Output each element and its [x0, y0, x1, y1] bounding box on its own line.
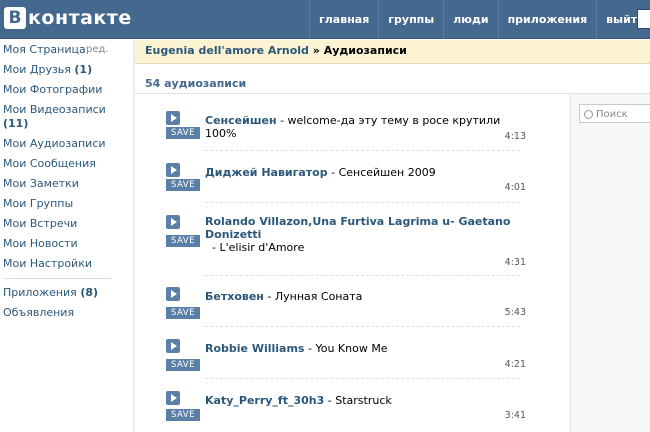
- track-duration: 4:21: [504, 359, 526, 370]
- sidebar-item-ads[interactable]: Объявления: [0, 303, 133, 323]
- track-duration: 4:13: [504, 131, 526, 142]
- sidebar-item-messages[interactable]: Мои Сообщения: [0, 154, 133, 174]
- sidebar-item-photos[interactable]: Мои Фотографии: [0, 80, 133, 100]
- sidebar-item-label: Объявления: [3, 306, 75, 319]
- track-separator: -: [304, 342, 316, 355]
- track-separator: -: [276, 114, 288, 127]
- breadcrumb: Eugenia dell'amore Arnold » Аудиозаписи: [135, 40, 650, 64]
- track-title: Katy_Perry_ft_30h3 - Starstruck: [205, 394, 515, 407]
- track-duration: 3:41: [504, 410, 526, 421]
- track-title: Rolando Villazon,Una Furtiva Lagrima u- …: [205, 215, 515, 254]
- track-title: Бетховен - Лунная Соната: [205, 290, 515, 303]
- track-duration: 5:43: [504, 307, 526, 318]
- row-divider: [205, 326, 520, 327]
- track-artist[interactable]: Сенсейшен: [205, 114, 277, 127]
- audio-search-input[interactable]: Поиск: [579, 104, 650, 123]
- save-button[interactable]: SAVE: [166, 409, 200, 421]
- sidebar-item-count: (11): [3, 117, 29, 130]
- header-search-input[interactable]: [637, 9, 650, 29]
- content-divider: [133, 40, 135, 432]
- track-separator: -: [263, 290, 275, 303]
- breadcrumb-user-link[interactable]: Eugenia dell'amore Arnold: [145, 44, 309, 57]
- search-icon: [584, 110, 593, 119]
- sidebar-item-label: Мои Группы: [3, 197, 74, 210]
- save-button[interactable]: SAVE: [166, 307, 200, 319]
- sidebar-item-settings[interactable]: Мои Настройки: [0, 254, 133, 274]
- logo-mark: В: [4, 7, 26, 29]
- sidebar-item-audio[interactable]: Мои Аудиозаписи: [0, 134, 133, 154]
- track-duration: 4:31: [504, 257, 526, 268]
- track-separator: -: [324, 394, 336, 407]
- sidebar-item-count: (1): [74, 63, 93, 76]
- sidebar-item-label: Мои Новости: [3, 237, 78, 250]
- track-title: Robbie Williams - You Know Me: [205, 342, 515, 355]
- row-divider: [205, 202, 520, 203]
- sidebar-item-label: Приложения: [3, 286, 77, 299]
- track-song: Starstruck: [335, 394, 392, 407]
- left-sidebar: ред. Моя Страница Мои Друзья (1) Мои Фот…: [0, 40, 133, 323]
- sidebar-item-label: Мои Аудиозаписи: [3, 137, 106, 150]
- sidebar-item-friends[interactable]: Мои Друзья (1): [0, 60, 133, 80]
- play-icon[interactable]: [166, 287, 180, 301]
- sidebar-item-label: Мои Друзья: [3, 63, 71, 76]
- save-button[interactable]: SAVE: [166, 127, 200, 139]
- sidebar-item-label: Мои Встречи: [3, 217, 78, 230]
- play-icon[interactable]: [166, 215, 180, 229]
- sidebar-item-label: Мои Заметки: [3, 177, 79, 190]
- sidebar-item-notes[interactable]: Мои Заметки: [0, 174, 133, 194]
- sidebar-item-groups[interactable]: Мои Группы: [0, 194, 133, 214]
- save-button[interactable]: SAVE: [166, 359, 200, 371]
- play-icon[interactable]: [166, 339, 180, 353]
- sidebar-item-my-page[interactable]: Моя Страница: [0, 40, 133, 60]
- nav-home[interactable]: главная: [309, 0, 378, 39]
- logo-text: контакте: [28, 7, 132, 29]
- sidebar-item-label: Мои Фотографии: [3, 83, 103, 96]
- track-duration: 4:01: [504, 182, 526, 193]
- track-separator: -: [208, 241, 220, 254]
- search-placeholder: Поиск: [596, 109, 628, 120]
- track-artist[interactable]: Robbie Williams: [205, 342, 304, 355]
- row-divider: [205, 150, 520, 151]
- track-title: Сенсейшен - welcome-да эту тему в росе к…: [205, 114, 515, 140]
- sidebar-item-label: Мои Сообщения: [3, 157, 96, 170]
- row-divider: [205, 378, 520, 379]
- save-button[interactable]: SAVE: [166, 235, 200, 247]
- track-song: Лунная Соната: [274, 290, 363, 303]
- track-artist[interactable]: Диджей Навигатор: [205, 166, 328, 179]
- sidebar-item-count: (8): [80, 286, 99, 299]
- nav-apps[interactable]: приложения: [497, 0, 597, 39]
- track-artist[interactable]: Бетховен: [205, 290, 264, 303]
- sidebar-item-apps[interactable]: Приложения (8): [0, 283, 133, 303]
- sidebar-item-label: Моя Страница: [3, 43, 86, 56]
- top-header: В контакте главная группы люди приложени…: [0, 0, 650, 39]
- nav-groups[interactable]: группы: [378, 0, 443, 39]
- track-separator: -: [327, 166, 339, 179]
- play-icon[interactable]: [166, 163, 180, 177]
- save-button[interactable]: SAVE: [166, 179, 200, 191]
- sidebar-item-label: Мои Видеозаписи: [3, 103, 106, 116]
- row-divider: [205, 275, 520, 276]
- track-artist[interactable]: Rolando Villazon,Una Furtiva Lagrima u- …: [205, 215, 510, 241]
- sidebar-item-label: Мои Настройки: [3, 257, 92, 270]
- play-icon[interactable]: [166, 111, 180, 125]
- nav-people[interactable]: люди: [443, 0, 497, 39]
- sidebar-divider: [3, 278, 111, 279]
- sidebar-item-events[interactable]: Мои Встречи: [0, 214, 133, 234]
- track-title: Диджей Навигатор - Сенсейшен 2009: [205, 166, 515, 179]
- play-icon[interactable]: [166, 391, 180, 405]
- sidebar-item-news[interactable]: Мои Новости: [0, 234, 133, 254]
- audio-count: 54 аудиозаписи: [145, 77, 247, 90]
- track-artist[interactable]: Katy_Perry_ft_30h3: [205, 394, 324, 407]
- track-song: You Know Me: [315, 342, 388, 355]
- right-panel: [570, 94, 650, 432]
- track-song: L'elisir d'Amore: [219, 241, 305, 254]
- edit-link[interactable]: ред.: [86, 40, 109, 55]
- top-nav: главная группы люди приложения выйти: [309, 0, 650, 39]
- sidebar-item-videos[interactable]: Мои Видеозаписи (11): [0, 100, 133, 134]
- breadcrumb-separator: »: [312, 44, 320, 57]
- vk-logo[interactable]: В контакте: [4, 6, 132, 30]
- breadcrumb-section: Аудиозаписи: [323, 44, 407, 57]
- track-song: Сенсейшен 2009: [338, 166, 436, 179]
